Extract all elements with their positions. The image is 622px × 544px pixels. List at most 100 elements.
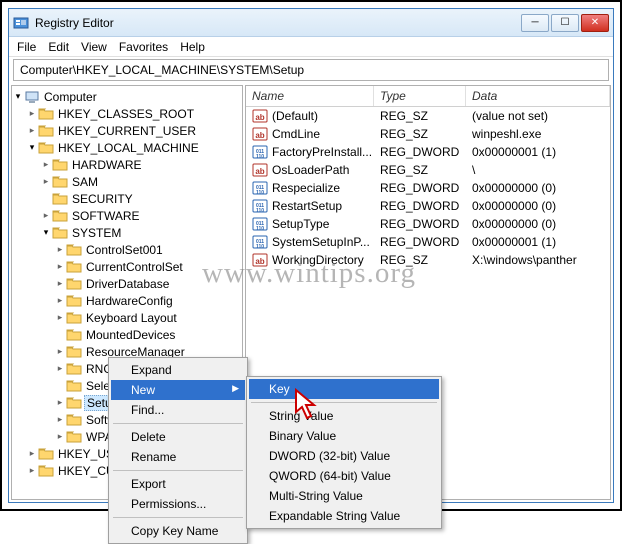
- dword-value-icon: 011110: [252, 198, 268, 214]
- ctx-new-expandable[interactable]: Expandable String Value: [249, 506, 439, 526]
- folder-icon: [38, 447, 54, 461]
- folder-icon: [38, 464, 54, 478]
- ctx-new-binary[interactable]: Binary Value: [249, 426, 439, 446]
- tree-currentcontrolset[interactable]: ▸CurrentControlSet: [12, 258, 242, 275]
- list-row[interactable]: abCmdLineREG_SZwinpeshl.exe: [246, 125, 610, 143]
- tree-hkcr[interactable]: ▸HKEY_CLASSES_ROOT: [12, 105, 242, 122]
- dword-value-icon: 011110: [252, 234, 268, 250]
- tree-controlset001[interactable]: ▸ControlSet001: [12, 241, 242, 258]
- ctx-rename[interactable]: Rename: [111, 447, 245, 467]
- ctx-expand[interactable]: Expand: [111, 360, 245, 380]
- dword-value-icon: 011110: [252, 216, 268, 232]
- folder-icon: [24, 90, 40, 104]
- folder-icon: [38, 141, 54, 155]
- menu-view[interactable]: View: [81, 40, 107, 54]
- dword-value-icon: 011110: [252, 144, 268, 160]
- value-type: REG_DWORD: [374, 181, 466, 195]
- tree-driverdatabase[interactable]: ▸DriverDatabase: [12, 275, 242, 292]
- minimize-button[interactable]: ─: [521, 14, 549, 32]
- value-data: 0x00000000 (0): [466, 199, 610, 213]
- ctx-find[interactable]: Find...: [111, 400, 245, 420]
- string-value-icon: ab: [252, 162, 268, 178]
- tree-hklm[interactable]: ▾HKEY_LOCAL_MACHINE: [12, 139, 242, 156]
- value-name: OsLoaderPath: [272, 163, 349, 177]
- ctx-new-multistring[interactable]: Multi-String Value: [249, 486, 439, 506]
- ctx-new[interactable]: New ▶: [111, 380, 245, 400]
- ctx-separator: [113, 517, 243, 518]
- ctx-new-key[interactable]: Key: [249, 379, 439, 399]
- menu-help[interactable]: Help: [180, 40, 205, 54]
- ctx-copy-key-name[interactable]: Copy Key Name: [111, 521, 245, 541]
- menu-edit[interactable]: Edit: [48, 40, 69, 54]
- folder-icon: [52, 158, 68, 172]
- tree-hkcu[interactable]: ▸HKEY_CURRENT_USER: [12, 122, 242, 139]
- ctx-separator: [113, 423, 243, 424]
- tree-label: HKEY_LOCAL_MACHINE: [56, 141, 201, 155]
- tree-hardware[interactable]: ▸HARDWARE: [12, 156, 242, 173]
- menu-file[interactable]: File: [17, 40, 36, 54]
- value-name: SystemSetupInP...: [272, 235, 370, 249]
- folder-icon: [66, 362, 82, 376]
- close-button[interactable]: ✕: [581, 14, 609, 32]
- value-type: REG_DWORD: [374, 217, 466, 231]
- address-bar[interactable]: Computer\HKEY_LOCAL_MACHINE\SYSTEM\Setup: [13, 59, 609, 81]
- tree-software[interactable]: ▸SOFTWARE: [12, 207, 242, 224]
- ctx-new-string[interactable]: String Value: [249, 406, 439, 426]
- tree-mounteddevices[interactable]: MountedDevices: [12, 326, 242, 343]
- tree-label: CurrentControlSet: [84, 260, 185, 274]
- tree-label: MountedDevices: [84, 328, 177, 342]
- submenu-arrow-icon: ▶: [232, 383, 239, 394]
- folder-icon: [66, 260, 82, 274]
- list-row[interactable]: 011110SetupTypeREG_DWORD0x00000000 (0): [246, 215, 610, 233]
- value-name: Respecialize: [272, 181, 340, 195]
- tree-computer[interactable]: ▾Computer: [12, 88, 242, 105]
- ctx-new-dword32[interactable]: DWORD (32-bit) Value: [249, 446, 439, 466]
- ctx-permissions[interactable]: Permissions...: [111, 494, 245, 514]
- tree-label: ControlSet001: [84, 243, 165, 257]
- list-row[interactable]: abWorkingDirectoryREG_SZX:\windows\panth…: [246, 251, 610, 269]
- col-header-type[interactable]: Type: [374, 86, 466, 106]
- folder-icon: [52, 226, 68, 240]
- folder-icon: [66, 345, 82, 359]
- svg-text:110: 110: [256, 226, 264, 232]
- ctx-separator: [251, 402, 437, 403]
- tree-hardwareconfig[interactable]: ▸HardwareConfig: [12, 292, 242, 309]
- list-row[interactable]: 011110RespecializeREG_DWORD0x00000000 (0…: [246, 179, 610, 197]
- value-data: X:\windows\panther: [466, 253, 610, 267]
- folder-icon: [38, 124, 54, 138]
- list-row[interactable]: 011110RestartSetupREG_DWORD0x00000000 (0…: [246, 197, 610, 215]
- svg-text:ab: ab: [255, 131, 264, 140]
- value-data: 0x00000001 (1): [466, 145, 610, 159]
- tree-security[interactable]: SECURITY: [12, 190, 242, 207]
- svg-text:ab: ab: [255, 167, 264, 176]
- context-menu-main: Expand New ▶ Find... Delete Rename Expor…: [108, 357, 248, 544]
- svg-text:110: 110: [256, 244, 264, 250]
- value-data: 0x00000000 (0): [466, 217, 610, 231]
- ctx-export[interactable]: Export: [111, 474, 245, 494]
- tree-label: HardwareConfig: [84, 294, 175, 308]
- list-row[interactable]: ab(Default)REG_SZ(value not set): [246, 107, 610, 125]
- string-value-icon: ab: [252, 252, 268, 268]
- app-icon: [13, 15, 29, 31]
- tree-label: HARDWARE: [70, 158, 144, 172]
- address-text: Computer\HKEY_LOCAL_MACHINE\SYSTEM\Setup: [20, 63, 304, 77]
- col-header-name[interactable]: Name: [246, 86, 374, 106]
- maximize-button[interactable]: ☐: [551, 14, 579, 32]
- value-data: 0x00000001 (1): [466, 235, 610, 249]
- tree-system[interactable]: ▾SYSTEM: [12, 224, 242, 241]
- col-header-data[interactable]: Data: [466, 86, 610, 106]
- list-row[interactable]: 011110FactoryPreInstall...REG_DWORD0x000…: [246, 143, 610, 161]
- string-value-icon: ab: [252, 108, 268, 124]
- folder-icon: [66, 379, 82, 393]
- ctx-delete[interactable]: Delete: [111, 427, 245, 447]
- ctx-new-qword64[interactable]: QWORD (64-bit) Value: [249, 466, 439, 486]
- menu-favorites[interactable]: Favorites: [119, 40, 168, 54]
- tree-sam[interactable]: ▸SAM: [12, 173, 242, 190]
- list-row[interactable]: abOsLoaderPathREG_SZ\: [246, 161, 610, 179]
- list-row[interactable]: 011110SystemSetupInP...REG_DWORD0x000000…: [246, 233, 610, 251]
- folder-icon: [66, 294, 82, 308]
- tree-keyboardlayout[interactable]: ▸Keyboard Layout: [12, 309, 242, 326]
- svg-text:110: 110: [256, 208, 264, 214]
- value-data: \: [466, 163, 610, 177]
- value-data: 0x00000000 (0): [466, 181, 610, 195]
